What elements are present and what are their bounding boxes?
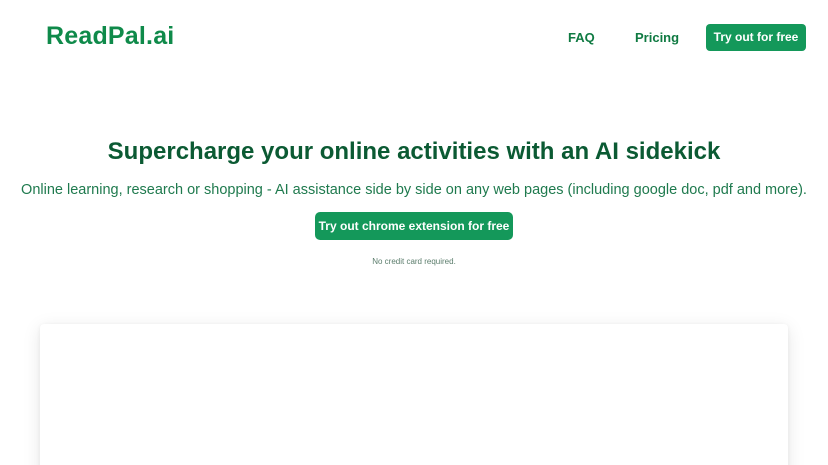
- nav-faq-link[interactable]: FAQ: [568, 30, 595, 45]
- preview-card: [40, 324, 788, 465]
- hero-title: Supercharge your online activities with …: [107, 138, 721, 165]
- try-free-button[interactable]: Try out for free: [706, 24, 806, 51]
- landing-page: ReadPal.ai FAQ Pricing Try out for free …: [0, 0, 828, 465]
- chrome-extension-button[interactable]: Try out chrome extension for free: [315, 212, 513, 240]
- no-credit-card-note: No credit card required.: [372, 257, 456, 266]
- nav-pricing-link[interactable]: Pricing: [635, 30, 679, 45]
- hero-subtitle: Online learning, research or shopping - …: [21, 182, 807, 198]
- logo[interactable]: ReadPal.ai: [46, 22, 174, 51]
